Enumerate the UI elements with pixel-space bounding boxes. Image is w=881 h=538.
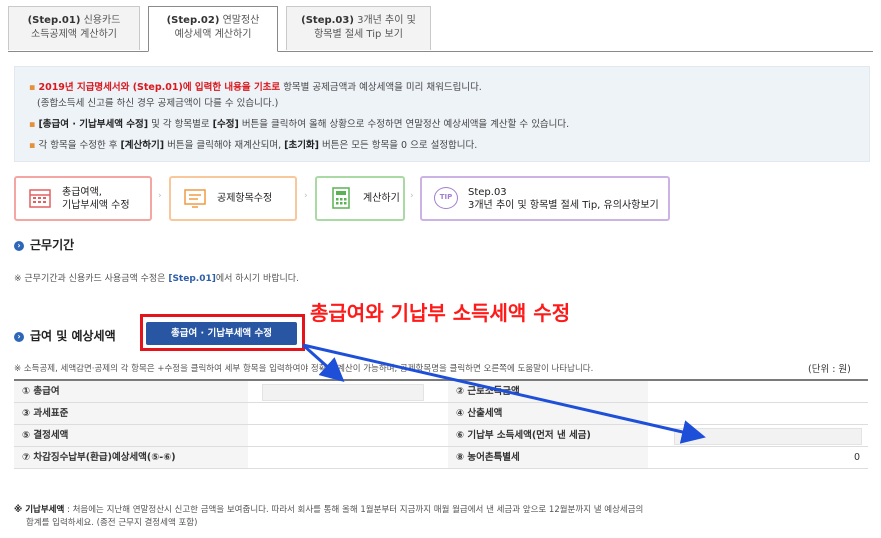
determined-tax-label: ⑤ 결정세액 bbox=[14, 425, 248, 446]
footer-note-line2: 합계를 입력하세요. (종전 근무지 결정세액 포함) bbox=[26, 518, 198, 528]
tax-base-label: ③ 과세표준 bbox=[14, 403, 248, 424]
tab-step01-title: 신용카드 bbox=[83, 15, 121, 26]
earned-income-value bbox=[648, 381, 868, 402]
info-line-4-c: 버튼은 모든 항목을 0 으로 설정합니다. bbox=[319, 140, 478, 151]
work-note-c: 에서 하시기 바랍니다. bbox=[215, 274, 299, 284]
info-line-3-bold1: [총급여 · 기납부세액 수정] bbox=[38, 119, 149, 130]
table-row: ① 총급여 ② 근로소득금액 bbox=[14, 381, 868, 403]
tab-step03-title: 3개년 추이 및 bbox=[357, 15, 416, 26]
total-salary-value bbox=[248, 381, 448, 402]
step03-tip-label: Step.03 3개년 추이 및 항목별 절세 Tip, 유의사항보기 bbox=[468, 186, 659, 212]
step-salary-edit-button[interactable]: 총급여액, 기납부세액 수정 bbox=[14, 176, 152, 221]
info-line-2: (종합소득세 신고를 하신 경우 공제금액이 다를 수 있습니다.) bbox=[37, 98, 279, 109]
tab-step02-line2: 예상세액 계산하기 bbox=[174, 29, 252, 40]
tab-step02-step: (Step.02) bbox=[166, 15, 220, 26]
section-bullet-icon: › bbox=[14, 241, 24, 251]
tab-step01-line2: 소득공제액 계산하기 bbox=[31, 29, 117, 40]
footer-note-bold: ※ 기납부세액 bbox=[14, 505, 65, 515]
info-line-3-rest: 버튼을 클릭하여 올해 상황으로 수정하면 연말정산 예상세액을 계산할 수 있… bbox=[238, 119, 570, 130]
info-line-4: ▪ 각 항목을 수정한 후 [계산하기] 버튼을 클릭해야 재계산되며, [초기… bbox=[29, 140, 478, 151]
rural-special-tax-value: 0 bbox=[853, 452, 860, 463]
table-row: ⑤ 결정세액 ⑥ 기납부 소득세액(먼저 낸 세금) bbox=[14, 425, 868, 447]
prepaid-tax-value bbox=[648, 425, 868, 446]
salary-note: ※ 소득공제, 세액감면·공제의 각 항목은 +수정을 클릭하여 세부 항목을 … bbox=[14, 364, 594, 374]
info-line-1-highlight: 2019년 지급명세서와 (Step.01)에 입력한 내용을 기초로 bbox=[38, 82, 281, 93]
salary-heading: › 급여 및 예상세액 bbox=[14, 327, 116, 344]
calendar-icon bbox=[29, 189, 51, 208]
step03-tip-button[interactable]: TIP Step.03 3개년 추이 및 항목별 절세 Tip, 유의사항보기 bbox=[420, 176, 670, 221]
step-arrow-3: › bbox=[410, 191, 414, 201]
info-line-4-bold1: [계산하기] bbox=[120, 140, 165, 151]
work-period-title: 근무기간 bbox=[30, 238, 75, 252]
unit-label: (단위 : 원) bbox=[808, 364, 851, 375]
info-line-3: ▪ [총급여 · 기납부세액 수정] 및 각 항목별로 [수정] 버튼을 클릭하… bbox=[29, 119, 570, 130]
footer-note-text1: : 처음에는 지난해 연말정산시 신고한 금액을 보여줍니다. 따라서 회사를 … bbox=[64, 505, 644, 515]
prepaid-tax-label: ⑥ 기납부 소득세액(먼저 낸 세금) bbox=[448, 425, 648, 446]
refund-estimate-label: ⑦ 차감징수납부(환급)예상세액(⑤-⑥) bbox=[14, 447, 248, 468]
calculator-icon bbox=[332, 187, 350, 209]
tab-step01[interactable]: (Step.01) 신용카드 소득공제액 계산하기 bbox=[8, 6, 140, 50]
tab-step02-title: 연말정산 bbox=[222, 15, 260, 26]
tab-step03-line2: 항목별 절세 Tip 보기 bbox=[314, 29, 403, 40]
tip-icon: TIP bbox=[434, 187, 458, 209]
work-note-a: ※ 근무기간과 신용카드 사용금액 수정은 bbox=[14, 274, 169, 284]
info-box: ▪ 2019년 지급명세서와 (Step.01)에 입력한 내용을 기초로 항목… bbox=[14, 66, 870, 162]
tab-step03[interactable]: (Step.03) 3개년 추이 및 항목별 절세 Tip 보기 bbox=[286, 6, 431, 50]
info-line-3-bold2: [수정] bbox=[212, 119, 239, 130]
total-salary-input[interactable] bbox=[262, 384, 424, 401]
info-line-4-a: 각 항목을 수정한 후 bbox=[38, 140, 121, 151]
step-arrow-1: › bbox=[158, 191, 162, 201]
computed-tax-label: ④ 산출세액 bbox=[448, 403, 648, 424]
info-line-4-bold2: [초기화] bbox=[284, 140, 320, 151]
rural-special-tax-label: ⑧ 농어촌특별세 bbox=[448, 447, 648, 468]
step-calculate-label: 계산하기 bbox=[363, 193, 400, 204]
footer-note-line1: ※ 기납부세액 : 처음에는 지난해 연말정산시 신고한 금액을 보여줍니다. … bbox=[14, 503, 643, 515]
step-salary-edit-l2: 기납부세액 수정 bbox=[62, 200, 130, 211]
info-line-3-mid: 및 각 항목별로 bbox=[148, 119, 213, 130]
step03-tip-l1: Step.03 bbox=[468, 187, 507, 198]
step-salary-edit-label: 총급여액, 기납부세액 수정 bbox=[62, 186, 130, 212]
section-bullet-icon-2: › bbox=[14, 332, 24, 342]
info-line-1-rest: 항목별 공제금액과 예상세액을 미리 채워드립니다. bbox=[280, 82, 482, 93]
tax-summary-table: ① 총급여 ② 근로소득금액 ③ 과세표준 ④ 산출세액 ⑤ 결정세액 ⑥ 기납… bbox=[14, 379, 868, 469]
determined-tax-value bbox=[248, 425, 448, 446]
work-period-heading: › 근무기간 bbox=[14, 236, 74, 253]
earned-income-label: ② 근로소득금액 bbox=[448, 381, 648, 402]
table-row: ⑦ 차감징수납부(환급)예상세액(⑤-⑥) ⑧ 농어촌특별세 0 bbox=[14, 447, 868, 469]
refund-estimate-value bbox=[248, 447, 448, 468]
salary-title: 급여 및 예상세액 bbox=[30, 329, 116, 343]
monitor-icon bbox=[184, 189, 206, 208]
tax-base-value bbox=[248, 403, 448, 424]
table-row: ③ 과세표준 ④ 산출세액 bbox=[14, 403, 868, 425]
step-calculate-button[interactable]: 계산하기 bbox=[315, 176, 405, 221]
step-deduction-edit-label: 공제항목수정 bbox=[217, 193, 273, 204]
work-note-step01-link: [Step.01] bbox=[168, 274, 216, 284]
step03-tip-l2: 3개년 추이 및 항목별 절세 Tip, 유의사항보기 bbox=[468, 200, 659, 211]
info-line-4-b: 버튼을 클릭해야 재계산되며, bbox=[164, 140, 285, 151]
total-salary-label: ① 총급여 bbox=[14, 381, 248, 402]
tab-step01-step: (Step.01) bbox=[27, 15, 81, 26]
tab-step02[interactable]: (Step.02) 연말정산 예상세액 계산하기 bbox=[148, 6, 278, 52]
highlight-box bbox=[140, 314, 305, 351]
tab-step03-step: (Step.03) bbox=[301, 15, 354, 26]
step-deduction-edit-button[interactable]: 공제항목수정 bbox=[169, 176, 297, 221]
step-arrow-2: › bbox=[304, 191, 308, 201]
info-line-1: ▪ 2019년 지급명세서와 (Step.01)에 입력한 내용을 기초로 항목… bbox=[29, 82, 482, 93]
annotation-text: 총급여와 기납부 소득세액 수정 bbox=[310, 301, 571, 325]
prepaid-tax-input[interactable] bbox=[674, 428, 862, 445]
step-tabs: (Step.01) 신용카드 소득공제액 계산하기 (Step.02) 연말정산… bbox=[8, 6, 868, 52]
work-period-note: ※ 근무기간과 신용카드 사용금액 수정은 [Step.01]에서 하시기 바랍… bbox=[14, 271, 299, 284]
tab-underline bbox=[8, 51, 873, 52]
computed-tax-value bbox=[648, 403, 868, 424]
step-salary-edit-l1: 총급여액, bbox=[62, 187, 102, 198]
